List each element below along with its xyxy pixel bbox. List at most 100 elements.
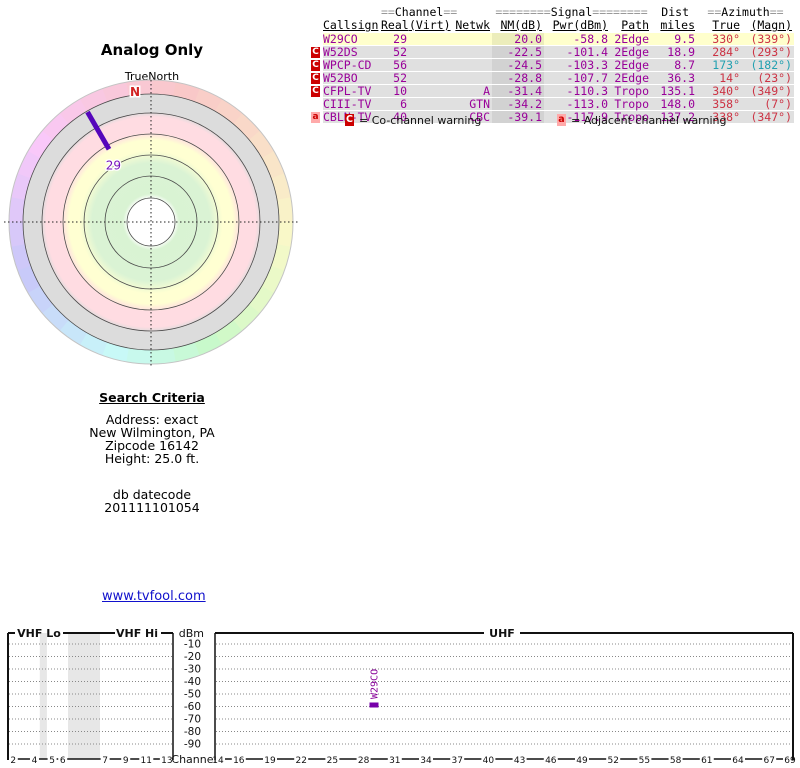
cell-channel-real: 52 [381, 72, 409, 84]
svg-text:-10: -10 [184, 639, 201, 651]
svg-text:61: 61 [701, 756, 712, 766]
svg-text:5: 5 [49, 756, 55, 766]
search-criteria-title: Search Criteria [99, 390, 205, 405]
cell-path: 2Edge [610, 59, 651, 71]
cell-azimuth-true: 340° [697, 85, 742, 97]
svg-text:-70: -70 [184, 714, 201, 726]
svg-text:69: 69 [784, 756, 796, 766]
column-header-nmdb: NM(dB) [500, 18, 542, 32]
cell-channel-virt [409, 85, 450, 97]
svg-text:-50: -50 [184, 689, 201, 701]
db-datecode-block: db datecode 201111101054 [2, 488, 302, 514]
svg-text:34: 34 [420, 756, 432, 766]
cell-path: Tropo [610, 85, 651, 97]
svg-text:40: 40 [483, 756, 495, 766]
column-header-netwk: Netwk [455, 18, 490, 32]
cell-azimuth-true: 284° [697, 46, 742, 58]
cell-azimuth-magn: (7°) [742, 98, 794, 110]
svg-text:25: 25 [327, 756, 338, 766]
cell-dist-miles: 8.7 [651, 59, 697, 71]
radar-title: Analog Only [100, 41, 204, 59]
svg-text:46: 46 [545, 756, 557, 766]
cell-callsign: CFPL-TV [323, 85, 381, 97]
cell-path: Tropo [610, 98, 651, 110]
azimuth-group-header: ==Azimuth== [707, 5, 784, 19]
svg-text:52: 52 [607, 756, 618, 766]
cell-azimuth-magn: (293°) [742, 46, 794, 58]
column-header-miles: miles [660, 18, 695, 32]
svg-text:58: 58 [670, 756, 682, 766]
cell-pwr-dbm: -110.3 [544, 85, 610, 97]
db-datecode-value: 201111101054 [104, 500, 200, 515]
cell-nm-db: -34.2 [492, 98, 544, 110]
cell-channel-real: 52 [381, 46, 409, 58]
svg-text:64: 64 [732, 756, 744, 766]
cell-network: GTN [450, 98, 492, 110]
cell-azimuth-true: 358° [697, 98, 742, 110]
co-channel-warning-icon: C [345, 114, 354, 126]
adjacent-channel-warning-icon: a [557, 114, 566, 126]
svg-text:9: 9 [123, 756, 129, 766]
svg-text:VHF Hi: VHF Hi [116, 627, 158, 640]
cell-azimuth-magn: (339°) [742, 33, 794, 45]
svg-text:49: 49 [576, 756, 588, 766]
cell-channel-virt [409, 59, 450, 71]
signal-spectrum-chart: -10-20-30-40-50-60-70-80-90 VHF Lo VHF Hi U… [7, 627, 796, 766]
co-channel-warning-icon: C [311, 60, 320, 71]
svg-text:-30: -30 [184, 664, 201, 676]
cell-callsign: W52BO [323, 72, 381, 84]
cell-dist-miles: 135.1 [651, 85, 697, 97]
cell-azimuth-true: 14° [697, 72, 742, 84]
tvfool-report-page: Analog Only TrueNorth N 29 ==Channel== ===… [0, 0, 800, 768]
svg-text:31: 31 [389, 756, 400, 766]
column-header-virt: (Virt) [409, 18, 451, 32]
column-header-path: Path [621, 18, 649, 32]
svg-text:11: 11 [141, 756, 152, 766]
cell-nm-db: -22.5 [492, 46, 544, 58]
column-header-real: Real [381, 18, 409, 32]
signal-group-header: ========Signal======== [495, 5, 648, 19]
svg-text:7: 7 [102, 756, 108, 766]
cell-dist-miles: 9.5 [651, 33, 697, 45]
cell-dist-miles: 18.9 [651, 46, 697, 58]
cell-channel-real: 10 [381, 85, 409, 97]
svg-text:-90: -90 [184, 739, 201, 751]
svg-text:37: 37 [451, 756, 462, 766]
cell-azimuth-magn: (349°) [742, 85, 794, 97]
cell-dist-miles: 36.3 [651, 72, 697, 84]
cell-pwr-dbm: -58.8 [544, 33, 610, 45]
cell-azimuth-magn: (182°) [742, 59, 794, 71]
cell-azimuth-true: 330° [697, 33, 742, 45]
svg-text:dBm: dBm [179, 627, 204, 640]
search-criteria-lines: Address: exact New Wilmington, PA Zipcod… [2, 413, 302, 465]
svg-text:-40: -40 [184, 676, 201, 688]
cell-channel-virt [409, 98, 450, 110]
svg-text:VHF Lo: VHF Lo [17, 627, 61, 640]
cell-callsign: WPCP-CD [323, 59, 381, 71]
svg-text:UHF: UHF [489, 627, 515, 640]
cell-callsign: W29CO [323, 33, 381, 45]
column-header-callsign: Callsign [323, 18, 379, 32]
svg-text:29: 29 [106, 158, 121, 172]
svg-text:-80: -80 [184, 726, 201, 738]
svg-text:22: 22 [295, 756, 306, 766]
cell-channel-real: 29 [381, 33, 409, 45]
cell-path: 2Edge [610, 72, 651, 84]
cell-network: A [450, 85, 492, 97]
svg-text:2: 2 [10, 756, 16, 766]
cell-nm-db: -31.4 [492, 85, 544, 97]
cell-path: 2Edge [610, 46, 651, 58]
cell-channel-virt [409, 33, 450, 45]
co-channel-warning-icon: C [311, 73, 320, 84]
co-channel-warning-icon: C [311, 47, 320, 58]
cell-nm-db: -28.8 [492, 72, 544, 84]
cell-pwr-dbm: -103.3 [544, 59, 610, 71]
tvfool-link[interactable]: www.tvfool.com [102, 589, 206, 604]
cell-pwr-dbm: -101.4 [544, 46, 610, 58]
svg-text:55: 55 [639, 756, 650, 766]
svg-text:19: 19 [264, 756, 276, 766]
cell-dist-miles: 148.0 [651, 98, 697, 110]
cell-network [450, 46, 492, 58]
adjacent-channel-legend-text: = Adjacent channel warning [571, 114, 727, 127]
svg-text:N: N [130, 85, 140, 99]
